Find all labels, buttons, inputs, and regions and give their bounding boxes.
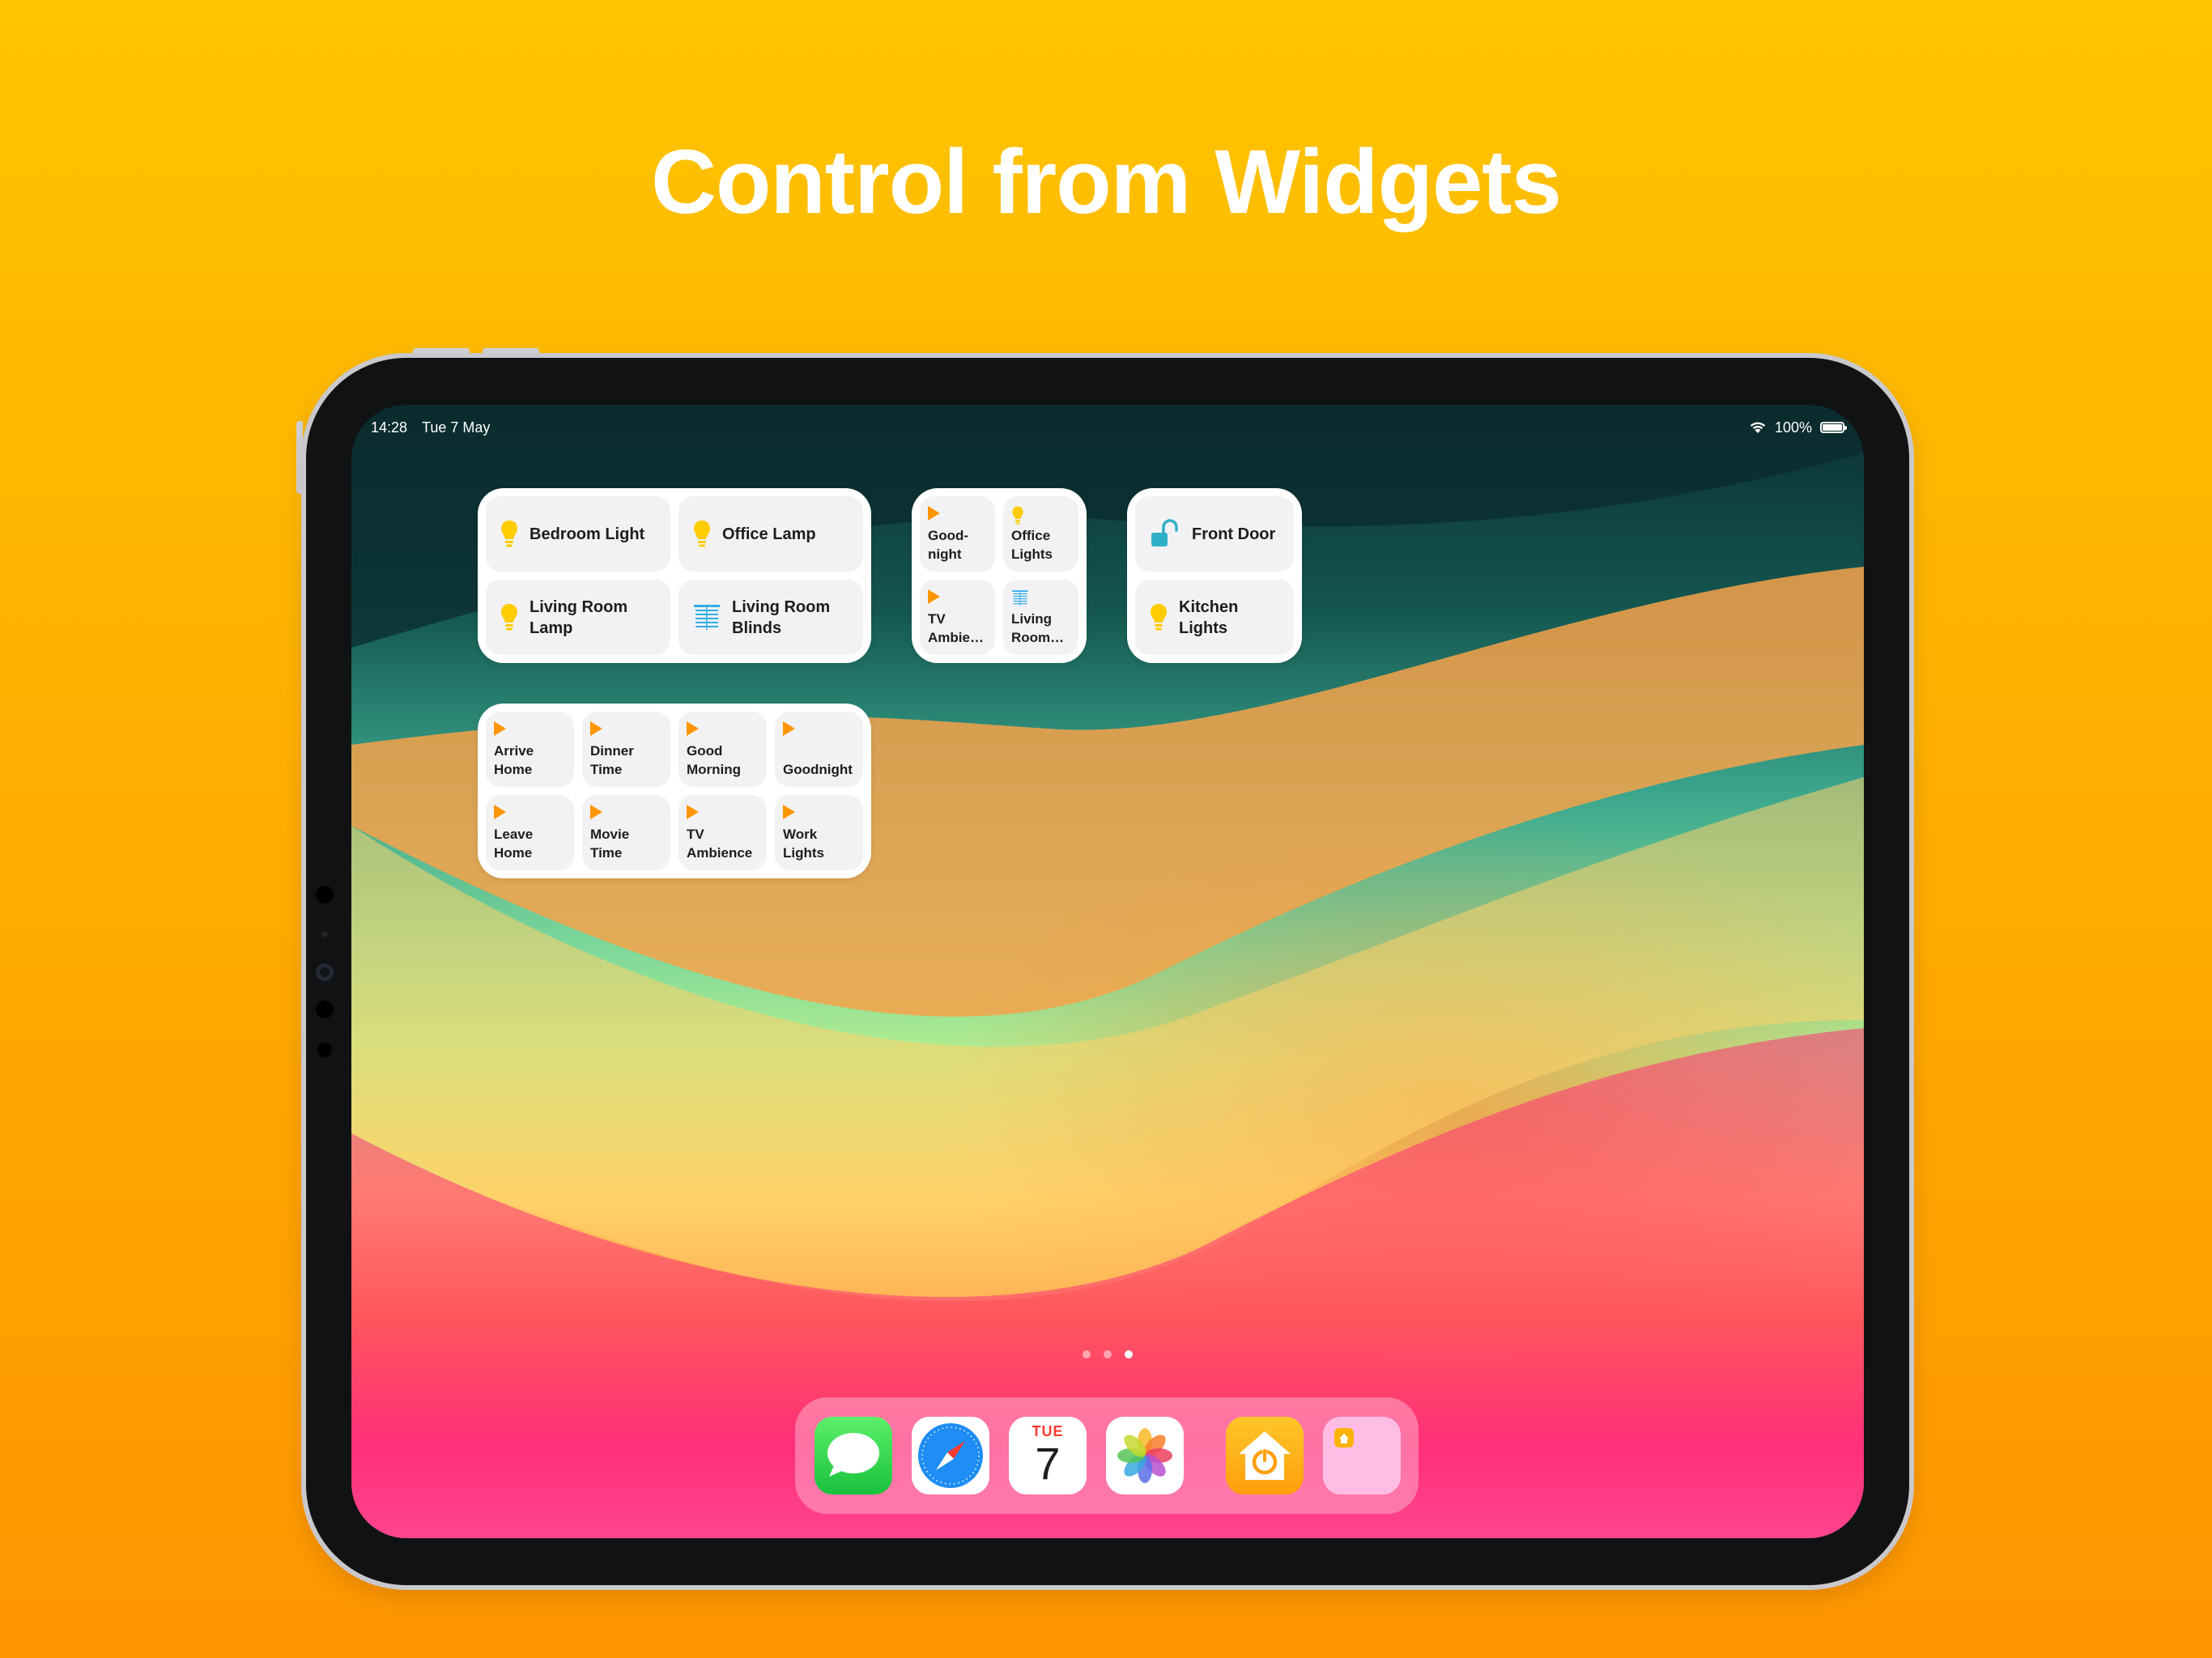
widget-app-icon[interactable] [1323,1417,1401,1494]
tile-label: Living Room Lamp [530,597,628,637]
tile-label: Living Room… [1011,611,1065,645]
unlocked-lock-icon [1151,518,1178,546]
tile-label: TV Ambie… [928,611,984,645]
sensor [317,1043,332,1057]
page-dot-current[interactable] [1125,1350,1133,1358]
calendar-icon[interactable]: TUE 7 [1009,1417,1087,1494]
dock: TUE 7 [795,1397,1419,1514]
play-icon [494,721,506,736]
tile-label: Goodnight [783,762,853,777]
accessory-tile-living-room-blinds[interactable]: Living Room… [1003,580,1078,655]
scene-tile-tv-ambience[interactable]: TV Ambie… [920,580,995,655]
messages-icon[interactable] [815,1417,892,1494]
tile-label: Good- night [928,528,969,562]
scene-tile-work-lights[interactable]: Work Lights [775,795,863,870]
calendar-date: 7 [1035,1438,1061,1489]
home-power-app-icon[interactable] [1226,1417,1304,1494]
play-icon [928,589,940,604]
tile-label: Kitchen Lights [1179,597,1239,637]
blinds-icon [1012,590,1028,606]
scene-tile-tv-ambience[interactable]: TV Ambience [678,795,767,870]
lightbulb-icon [1012,506,1023,525]
play-icon [590,805,602,819]
sensor [316,886,334,903]
play-icon [783,805,795,819]
page-dot[interactable] [1104,1350,1112,1358]
lightbulb-icon [501,520,517,546]
status-time: 14:28 [371,419,408,436]
scenes-widget: Arrive Home Dinner Time Good Morning Goo… [478,704,871,878]
play-icon [687,721,699,736]
page-indicator[interactable] [351,1350,1864,1358]
photos-icon[interactable] [1106,1417,1184,1494]
tile-label: Dinner Time [590,743,634,777]
tile-label: Office Lamp [722,525,816,543]
battery-percentage: 100% [1774,419,1812,436]
scene-tile-dinner-time[interactable]: Dinner Time [582,712,670,787]
accessory-tile-bedroom-light[interactable]: Bedroom Light [486,496,670,572]
tile-label: Work Lights [783,827,824,861]
scene-tile-goodnight[interactable]: Goodnight [775,712,863,787]
tile-label: Leave Home [494,827,534,861]
tile-label: Arrive Home [494,743,534,777]
sensor [321,931,328,937]
accessories-widget: Bedroom Light Office Lamp Living Room La… [478,488,871,663]
door-kitchen-widget: Front Door Kitchen Lights [1127,488,1302,663]
play-icon [928,506,940,521]
tile-label: Front Door [1192,525,1276,543]
battery-icon [1820,422,1847,433]
status-date: Tue 7 May [422,419,491,436]
scene-tile-leave-home[interactable]: Leave Home [486,795,574,870]
status-bar: 14:28 Tue 7 May 100% [371,411,1847,444]
scene-tile-movie-time[interactable]: Movie Time [582,795,670,870]
scene-tile-good-morning[interactable]: Good Morning [678,712,767,787]
tile-label: Bedroom Light [530,525,645,543]
play-icon [687,805,699,819]
safari-icon[interactable] [912,1417,989,1494]
play-icon [494,805,506,819]
lightbulb-icon [501,603,517,630]
accessory-tile-office-lights[interactable]: Office Lights [1003,496,1078,572]
tile-label: Living Room Blinds [732,597,831,637]
scene-tile-arrive-home[interactable]: Arrive Home [486,712,574,787]
scene-tile-goodnight[interactable]: Good- night [920,496,995,572]
sensor [316,1001,334,1018]
tile-label: Good Morning [687,743,742,777]
tile-label: TV Ambience [687,827,753,861]
headline: Control from Widgets [651,131,1562,232]
play-icon [783,721,795,736]
accessory-tile-office-lamp[interactable]: Office Lamp [678,496,863,572]
wifi-icon [1750,422,1766,433]
accessory-tile-living-room-blinds[interactable]: Living Room Blinds [678,580,863,655]
lightbulb-icon [1151,603,1167,630]
tile-label: Office Lights [1011,528,1053,562]
accessory-tile-living-room-lamp[interactable]: Living Room Lamp [486,580,670,655]
accessory-tile-kitchen-lights[interactable]: Kitchen Lights [1135,580,1294,655]
blinds-icon [694,604,720,630]
front-camera [316,963,334,981]
play-icon [590,721,602,736]
mixed-small-widget: Good- night Office Lights TV Ambie… Livi… [912,488,1087,663]
page-dot[interactable] [1083,1350,1091,1358]
lightbulb-icon [694,520,710,546]
tile-label: Movie Time [590,827,630,861]
accessory-tile-front-door[interactable]: Front Door [1135,496,1294,572]
home-screen: 14:28 Tue 7 May 100% Bedroom Light Offic… [351,405,1864,1538]
